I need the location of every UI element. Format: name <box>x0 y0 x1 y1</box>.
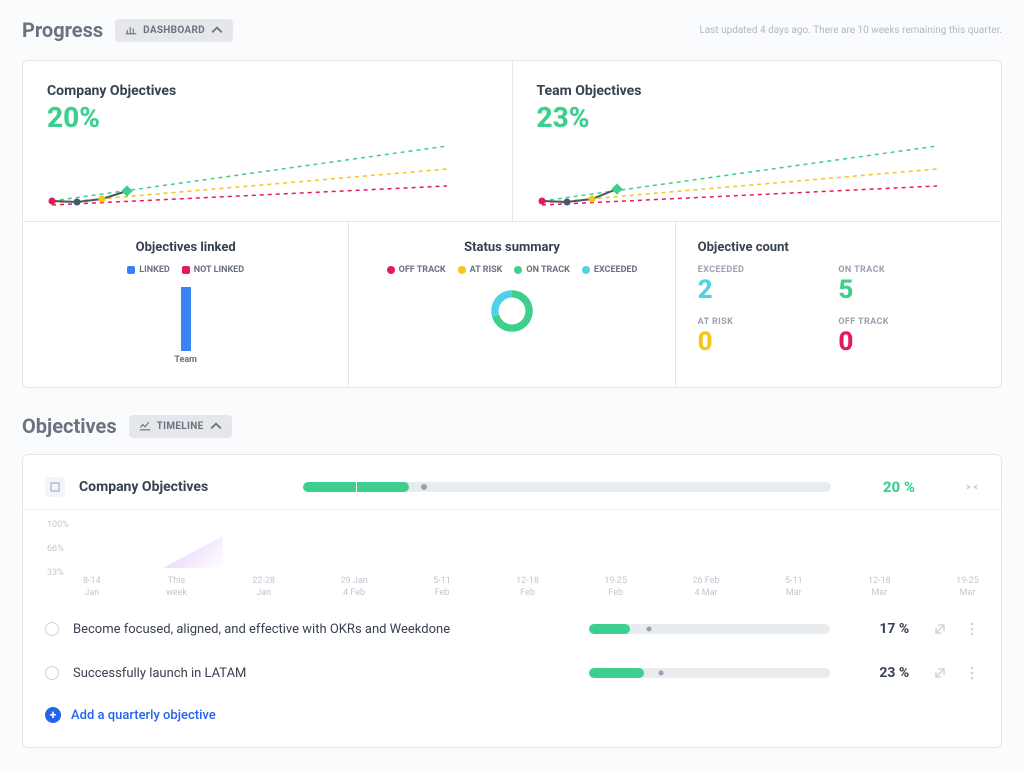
legend-exceeded: EXCEEDED <box>594 265 637 275</box>
progress-card: Company Objectives 20% Team Objectives 2… <box>22 60 1002 388</box>
company-progress-pct: 20% <box>47 101 488 134</box>
objective-pct: 23 % <box>844 665 909 681</box>
collapse-icon[interactable] <box>965 480 979 494</box>
objective-progress-bar <box>589 624 831 634</box>
count-ontrack-value: 5 <box>838 277 979 303</box>
linked-bar-label: Team <box>45 355 326 365</box>
open-link-icon[interactable] <box>933 622 947 636</box>
timeline-tick: 26 Feb 4 Mar <box>692 576 719 599</box>
objectives-card: Company Objectives 20 % 100% 66% 33% 8-1… <box>22 454 1002 748</box>
legend-not-linked: NOT LINKED <box>194 265 244 275</box>
timeline-tick: 12-18 Mar <box>868 576 891 599</box>
timeline-tick: 5-11 Mar <box>785 576 803 599</box>
progress-charts-row: Company Objectives 20% Team Objectives 2… <box>23 61 1001 221</box>
objective-name: Become focused, aligned, and effective w… <box>73 622 575 637</box>
add-objective-label: Add a quarterly objective <box>71 708 216 723</box>
timeline-tick: 19-25 Mar <box>956 576 979 599</box>
timeline-tick: This week <box>166 576 187 599</box>
objective-count-cell[interactable]: Objective count EXCEEDED 2 ON TRACK 5 AT… <box>675 222 1001 387</box>
legend-at-risk: AT RISK <box>470 265 503 275</box>
y-66: 66% <box>47 544 69 554</box>
objective-group-row[interactable]: Company Objectives 20 % <box>23 465 1001 510</box>
objectives-linked-cell[interactable]: Objectives linked LINKED NOT LINKED Team <box>23 222 348 387</box>
plus-icon: + <box>45 707 61 723</box>
objective-name: Successfully launch in LATAM <box>73 666 575 681</box>
objective-count-grid: EXCEEDED 2 ON TRACK 5 AT RISK 0 OFF TRAC… <box>698 265 979 355</box>
y-33: 33% <box>47 568 69 578</box>
timeline-tick: 8-14 Jan <box>83 576 101 599</box>
company-progress-title: Company Objectives <box>47 83 488 99</box>
objective-progress-bar <box>589 668 831 678</box>
count-atrisk-value: 0 <box>698 329 839 355</box>
last-updated-text: Last updated 4 days ago. There are 10 we… <box>699 25 1002 36</box>
count-exceeded: EXCEEDED 2 <box>698 265 839 303</box>
objective-row[interactable]: Successfully launch in LATAM 23 % <box>23 651 1001 695</box>
bar-chart-icon <box>125 25 137 35</box>
objective-radio[interactable] <box>45 666 59 680</box>
line-chart-icon <box>139 421 151 431</box>
timeline-axis: 100% 66% 33% 8-14 Jan This week 22-28 Jan 2… <box>23 510 1001 607</box>
dashboard-toggle-label: DASHBOARD <box>143 25 205 36</box>
objective-group-name: Company Objectives <box>79 479 289 495</box>
objective-group-pct: 20 % <box>845 478 915 496</box>
company-icon <box>45 477 65 497</box>
status-summary-cell[interactable]: Status summary OFF TRACK AT RISK ON TRAC… <box>348 222 674 387</box>
objective-count-title: Objective count <box>698 240 979 255</box>
dashboard-toggle[interactable]: DASHBOARD <box>115 19 233 42</box>
objectives-header: Objectives TIMELINE <box>22 414 1002 438</box>
y-100: 100% <box>47 520 69 530</box>
timeline-projection-wedge <box>163 528 223 568</box>
objectives-title: Objectives <box>22 414 117 438</box>
timeline-tick: 22-28 Jan <box>252 576 275 599</box>
timeline-tick: 12-18 Feb <box>516 576 539 599</box>
count-ontrack: ON TRACK 5 <box>838 265 979 303</box>
progress-header: Progress DASHBOARD Last updated 4 days a… <box>22 18 1002 42</box>
team-progress-title: Team Objectives <box>537 83 978 99</box>
team-progress-pct: 23% <box>537 101 978 134</box>
add-objective-button[interactable]: + Add a quarterly objective <box>23 695 1001 741</box>
objectives-linked-legend: LINKED NOT LINKED <box>45 265 326 275</box>
legend-on-track: ON TRACK <box>526 265 569 275</box>
count-atrisk-label: AT RISK <box>698 317 839 327</box>
timeline-tick: 19-25 Feb <box>604 576 627 599</box>
progress-stats-row: Objectives linked LINKED NOT LINKED Team… <box>23 221 1001 387</box>
chevron-up-icon <box>211 25 223 35</box>
open-link-icon[interactable] <box>933 666 947 680</box>
page-title: Progress <box>22 18 103 42</box>
count-exceeded-value: 2 <box>698 277 839 303</box>
chevron-up-icon <box>210 421 222 431</box>
timeline-tick: 5-11 Feb <box>433 576 451 599</box>
count-atrisk: AT RISK 0 <box>698 317 839 355</box>
company-progress-panel[interactable]: Company Objectives 20% <box>23 61 512 221</box>
timeline-tick: 29 Jan 4 Feb <box>341 576 368 599</box>
status-donut-chart <box>490 289 534 333</box>
legend-off-track: OFF TRACK <box>399 265 446 275</box>
count-offtrack-value: 0 <box>838 329 979 355</box>
objectives-linked-title: Objectives linked <box>45 240 326 255</box>
objective-group-progress-bar <box>303 482 831 492</box>
status-summary-title: Status summary <box>371 240 652 255</box>
legend-linked: LINKED <box>139 265 170 275</box>
count-offtrack-label: OFF TRACK <box>838 317 979 327</box>
linked-bar-chart <box>181 287 191 351</box>
count-offtrack: OFF TRACK 0 <box>838 317 979 355</box>
objective-pct: 17 % <box>844 621 909 637</box>
count-exceeded-label: EXCEEDED <box>698 265 839 275</box>
timeline-toggle[interactable]: TIMELINE <box>129 415 232 438</box>
status-summary-legend: OFF TRACK AT RISK ON TRACK EXCEEDED <box>371 265 652 275</box>
objective-row[interactable]: Become focused, aligned, and effective w… <box>23 607 1001 651</box>
team-progress-panel[interactable]: Team Objectives 23% <box>512 61 1002 221</box>
team-progress-chart <box>537 141 937 211</box>
objective-radio[interactable] <box>45 622 59 636</box>
more-icon[interactable] <box>965 666 979 680</box>
more-icon[interactable] <box>965 622 979 636</box>
company-progress-chart <box>47 141 447 211</box>
count-ontrack-label: ON TRACK <box>838 265 979 275</box>
timeline-toggle-label: TIMELINE <box>157 421 204 432</box>
